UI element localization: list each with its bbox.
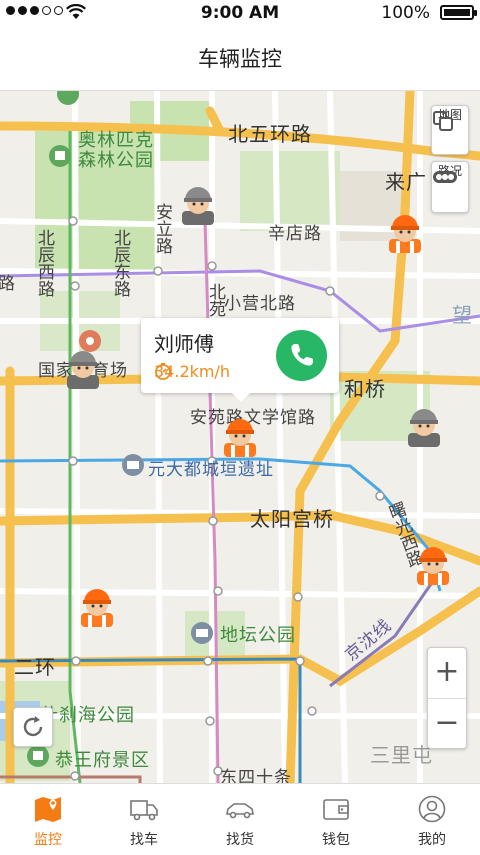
refresh-icon xyxy=(23,716,43,737)
tab-find-cargo[interactable]: 找货 xyxy=(192,784,288,855)
tab-wallet[interactable]: 钱包 xyxy=(288,784,384,855)
tab-bar: 监控 找车 找货 钱包 我的 xyxy=(0,783,480,855)
nav-bar: 车辆监控 xyxy=(0,26,480,91)
tab-find-truck[interactable]: 找车 xyxy=(96,784,192,855)
map-label-hexiao: 和桥 xyxy=(344,377,386,401)
battery-icon xyxy=(440,5,477,20)
map-label-lu: 路 xyxy=(0,274,16,294)
speedometer-icon xyxy=(155,363,171,380)
tab-monitor[interactable]: 监控 xyxy=(0,784,96,855)
battery-percent: 100% xyxy=(381,3,430,23)
car-icon xyxy=(226,803,254,819)
map-label-wang: 望 xyxy=(452,303,473,327)
zoom-in-button[interactable]: + xyxy=(428,648,466,699)
tab-label: 钱包 xyxy=(322,832,350,848)
map-label-dongsishitiao: 东四十条 xyxy=(220,768,292,783)
map-icon xyxy=(35,797,61,822)
map-label-beichen-east: 北辰东路 xyxy=(110,229,130,297)
driver-marker-selected[interactable] xyxy=(217,411,263,457)
layers-icon xyxy=(433,111,453,131)
driver-marker-online[interactable] xyxy=(410,539,456,585)
map-label-shichahai: 什刹海公园 xyxy=(40,705,135,726)
map-label-beichen-west: 北辰西路 xyxy=(34,229,54,297)
truck-icon xyxy=(130,800,158,821)
driver-info-popup[interactable]: 刘师傅 34.2km/h xyxy=(141,318,339,402)
wallet-icon xyxy=(323,799,349,820)
call-button[interactable] xyxy=(276,330,327,381)
map-label-beiwuhuan: 北五环路 xyxy=(228,122,312,146)
traffic-icon xyxy=(433,171,457,183)
zoom-control: + − xyxy=(427,647,467,749)
map-label-xiaoying-north: 小营北路 xyxy=(224,294,296,314)
driver-marker-offline[interactable] xyxy=(401,401,447,447)
phone-icon xyxy=(291,344,313,366)
zoom-out-button[interactable]: − xyxy=(428,699,466,749)
traffic-button[interactable]: 路况 xyxy=(431,161,469,213)
driver-marker-online[interactable] xyxy=(74,581,120,627)
map-label-taiyanggong: 太阳宫桥 xyxy=(250,507,334,531)
driver-marker-offline[interactable] xyxy=(175,179,221,225)
map-label-anli-road: 安立路 xyxy=(152,203,172,254)
driver-marker-online[interactable] xyxy=(382,207,428,253)
status-bar: 9:00 AM 100% xyxy=(0,0,480,26)
map-label-sanlitun: 三里屯 xyxy=(370,743,433,767)
map-label-yuandadu: 元大都城垣遗址 xyxy=(148,460,274,480)
tab-profile[interactable]: 我的 xyxy=(384,784,480,855)
map-label-gongwangfu: 恭王府景区 xyxy=(55,750,150,771)
map-label-xindian-road: 辛店路 xyxy=(268,224,322,244)
map-label-laiguang: 来广 xyxy=(385,170,427,194)
map-label-erhuan: 二环 xyxy=(14,655,56,679)
user-icon xyxy=(418,795,446,823)
driver-marker-offline[interactable] xyxy=(60,343,106,389)
map-mode-button[interactable]: 地图 xyxy=(431,105,469,155)
refresh-button[interactable] xyxy=(13,707,53,747)
map-label-olympic-park: 奥林匹克森林公园 xyxy=(78,130,154,171)
map-label-ditan-park: 地坛公园 xyxy=(220,625,296,646)
driver-name: 刘师傅 xyxy=(154,332,214,356)
page-title: 车辆监控 xyxy=(198,47,282,71)
tab-label: 找车 xyxy=(130,832,158,848)
tab-label: 监控 xyxy=(34,832,62,848)
map-view[interactable]: 奥林匹克森林公园 北五环路 来广 安立路 辛店路 北辰西路 北辰东路 路 北苑 … xyxy=(0,91,480,783)
tab-label: 我的 xyxy=(418,832,446,848)
tab-label: 找货 xyxy=(226,832,254,848)
driver-speed: 34.2km/h xyxy=(154,362,230,381)
